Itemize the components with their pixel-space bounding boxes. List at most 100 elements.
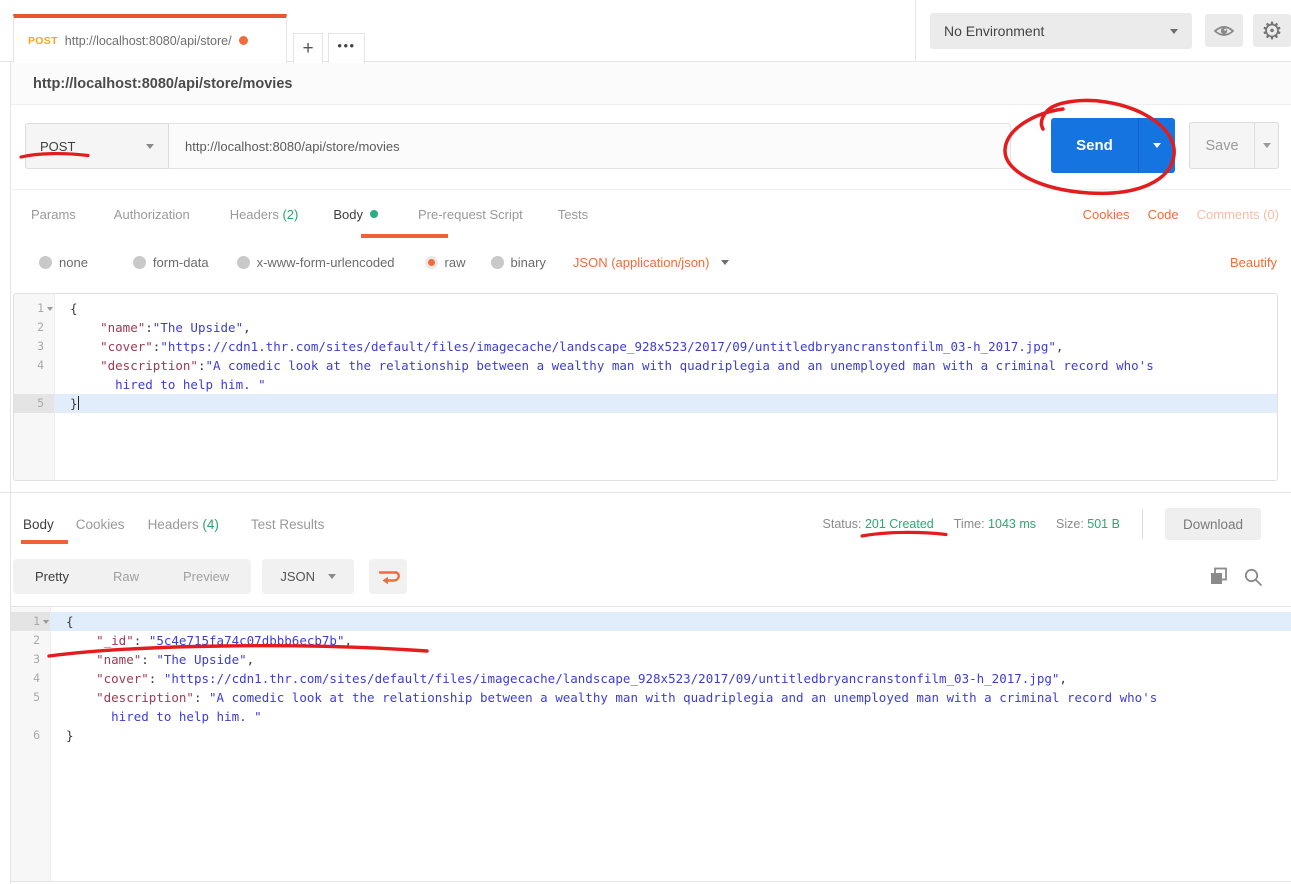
save-button-group: Save <box>1189 122 1279 169</box>
send-button-group: Send <box>1051 118 1175 173</box>
request-title: http://localhost:8080/api/store/movies <box>33 76 292 92</box>
tab-pre-request-script[interactable]: Pre-request Script <box>418 207 523 222</box>
comments-link[interactable]: Comments (0) <box>1197 207 1279 222</box>
code-line[interactable]: hired to help him. " <box>54 375 1277 394</box>
tab-params[interactable]: Params <box>31 207 76 222</box>
size-label: Size: <box>1056 517 1084 531</box>
code-line[interactable]: hired to help him. " <box>50 707 1291 726</box>
new-tab-button[interactable]: + <box>293 33 323 63</box>
radio-raw-label: raw <box>445 255 466 270</box>
code-line[interactable]: "cover": "https://cdn1.thr.com/sites/def… <box>50 669 1291 688</box>
line-number <box>14 375 54 394</box>
line-number: 1 <box>10 612 50 631</box>
view-preview[interactable]: Preview <box>161 569 251 584</box>
divider <box>915 0 916 62</box>
body-type-row: none form-data x-www-form-urlencoded raw… <box>11 238 1291 286</box>
radio-selected-icon <box>425 256 438 269</box>
line-number: 1 <box>14 299 54 318</box>
response-body-editor[interactable]: 1{2 "_id": "5c4e715fa74c07dbbb6ecb7b",3 … <box>10 606 1291 882</box>
line-number: 3 <box>10 650 50 669</box>
tab-url-label: http://localhost:8080/api/store/ <box>65 34 232 48</box>
response-type-label: JSON <box>280 569 315 584</box>
code-line[interactable]: { <box>54 299 1277 318</box>
settings-button[interactable]: ⚙ <box>1253 14 1291 47</box>
time-value: 1043 ms <box>988 517 1036 531</box>
size-value: 501 B <box>1087 517 1120 531</box>
tab-response-headers[interactable]: Headers (4) <box>148 517 219 532</box>
download-button[interactable]: Download <box>1165 508 1261 540</box>
tab-authorization[interactable]: Authorization <box>114 207 190 222</box>
request-tab[interactable]: POST http://localhost:8080/api/store/ <box>13 14 287 63</box>
radio-binary[interactable]: binary <box>491 255 546 270</box>
environment-label: No Environment <box>944 23 1044 39</box>
line-number: 6 <box>10 726 50 745</box>
chevron-down-icon <box>328 574 336 579</box>
radio-raw[interactable]: raw <box>425 255 466 270</box>
environment-selector[interactable]: No Environment <box>930 13 1192 49</box>
code-line[interactable]: } <box>50 726 1291 745</box>
divider <box>1142 509 1143 539</box>
code-line[interactable]: } <box>54 394 1277 413</box>
wrap-text-icon <box>377 568 400 586</box>
view-raw[interactable]: Raw <box>91 569 161 584</box>
request-builder: POST Send Save <box>11 105 1291 190</box>
content-type-selector[interactable]: JSON (application/json) <box>573 255 730 270</box>
method-selector[interactable]: POST <box>25 123 169 169</box>
chevron-down-icon <box>721 260 729 265</box>
request-body-editor[interactable]: 1{2 "name":"The Upside",3 "cover":"https… <box>13 293 1278 481</box>
view-pretty[interactable]: Pretty <box>13 569 91 584</box>
fold-arrow-icon[interactable] <box>43 620 49 624</box>
response-type-selector[interactable]: JSON <box>262 559 354 594</box>
method-label: POST <box>40 139 75 154</box>
code-line[interactable]: "name":"The Upside", <box>54 318 1277 337</box>
code-link[interactable]: Code <box>1148 207 1179 222</box>
tab-headers[interactable]: Headers (2) <box>230 207 299 222</box>
code-line[interactable]: "name": "The Upside", <box>50 650 1291 669</box>
save-options-button[interactable] <box>1254 123 1278 168</box>
postman-app: POST http://localhost:8080/api/store/ + … <box>0 0 1291 884</box>
code-line[interactable]: "_id": "5c4e715fa74c07dbbb6ecb7b", <box>50 631 1291 650</box>
search-icon[interactable] <box>1243 567 1263 587</box>
radio-icon <box>133 256 146 269</box>
url-input[interactable] <box>169 123 1011 169</box>
tab-body-label: Body <box>333 207 363 222</box>
tab-response-cookies[interactable]: Cookies <box>76 517 125 532</box>
radio-icon <box>237 256 250 269</box>
radio-icon <box>39 256 52 269</box>
send-options-button[interactable] <box>1138 118 1175 173</box>
body-filled-dot <box>370 210 378 218</box>
response-tabs: Body Cookies Headers (4) Test Results St… <box>11 500 1291 548</box>
environment-preview-button[interactable] <box>1205 14 1243 47</box>
code-line[interactable]: "cover":"https://cdn1.thr.com/sites/defa… <box>54 337 1277 356</box>
chevron-down-icon <box>1263 143 1271 148</box>
line-number <box>10 707 50 726</box>
cookies-link[interactable]: Cookies <box>1083 207 1130 222</box>
radio-urlencoded-label: x-www-form-urlencoded <box>257 255 395 270</box>
code-line[interactable]: "description":"A comedic look at the rel… <box>54 356 1277 375</box>
wrap-lines-button[interactable] <box>369 559 407 594</box>
ellipsis-icon: ••• <box>337 38 355 53</box>
tab-bar: POST http://localhost:8080/api/store/ + … <box>0 0 1291 62</box>
tab-body[interactable]: Body <box>333 207 378 222</box>
radio-none-label: none <box>59 255 88 270</box>
tab-response-body[interactable]: Body <box>23 517 54 532</box>
line-number: 4 <box>10 669 50 688</box>
response-icons <box>1208 566 1263 587</box>
radio-none[interactable]: none <box>39 255 88 270</box>
beautify-link[interactable]: Beautify <box>1230 255 1277 270</box>
tab-tests[interactable]: Tests <box>558 207 588 222</box>
eye-icon <box>1213 22 1235 40</box>
tab-test-results[interactable]: Test Results <box>251 517 325 532</box>
send-button[interactable]: Send <box>1051 118 1138 173</box>
line-number: 5 <box>10 688 50 707</box>
code-line[interactable]: "description": "A comedic look at the re… <box>50 688 1291 707</box>
copy-icon[interactable] <box>1208 566 1229 587</box>
tab-options-button[interactable]: ••• <box>328 33 365 63</box>
radio-form-data[interactable]: form-data <box>133 255 209 270</box>
save-button[interactable]: Save <box>1190 123 1254 168</box>
code-line[interactable]: { <box>50 612 1291 631</box>
request-links: Cookies Code Comments (0) <box>1083 190 1279 238</box>
fold-arrow-icon[interactable] <box>47 307 53 311</box>
radio-urlencoded[interactable]: x-www-form-urlencoded <box>237 255 395 270</box>
status-value: 201 Created <box>865 517 934 531</box>
